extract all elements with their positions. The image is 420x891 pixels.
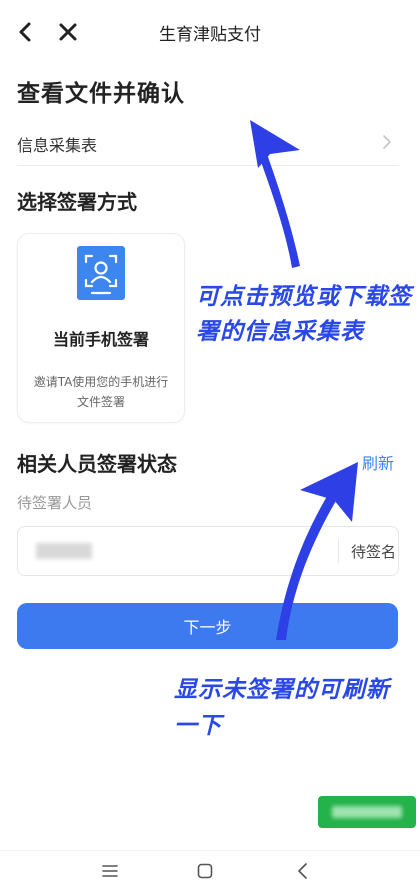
next-step-button[interactable]: 下一步	[17, 603, 398, 649]
status-badge: 待签名	[351, 543, 397, 561]
option-description: 邀请TA使用您的手机进行文件签署	[33, 375, 169, 409]
info-form-row[interactable]: 信息采集表	[17, 124, 399, 164]
page-title: 生育津贴支付	[159, 25, 261, 45]
menu-icon[interactable]	[100, 861, 120, 881]
pending-signer-row: 待签名	[17, 526, 399, 576]
info-form-label: 信息采集表	[17, 136, 98, 155]
face-scan-icon	[77, 246, 125, 300]
floating-widget-text-blurred	[332, 806, 402, 818]
annotation-preview-download: 可点击预览或下载签署的信息采集表	[196, 284, 412, 345]
sign-method-heading: 选择签署方式	[17, 190, 137, 214]
top-nav: 生育津贴支付	[0, 0, 420, 64]
option-title: 当前手机签署	[52, 330, 149, 349]
pending-signers-label: 待签署人员	[17, 494, 93, 512]
floating-widget[interactable]	[318, 796, 416, 828]
divider	[338, 539, 339, 563]
home-icon[interactable]	[197, 863, 213, 879]
divider	[17, 165, 399, 166]
refresh-link[interactable]: 刷新	[362, 450, 394, 474]
system-nav-bar	[0, 850, 420, 891]
view-files-heading: 查看文件并确认	[17, 81, 185, 107]
current-phone-sign-option[interactable]: 当前手机签署 邀请TA使用您的手机进行文件签署	[17, 233, 185, 423]
back-icon[interactable]	[295, 861, 311, 881]
chevron-right-icon	[381, 134, 393, 150]
annotation-refresh-hint: 显示未签署的可刷新一下	[174, 677, 390, 739]
signer-name-blurred	[36, 543, 92, 559]
sign-status-heading: 相关人员签署状态	[17, 452, 177, 476]
